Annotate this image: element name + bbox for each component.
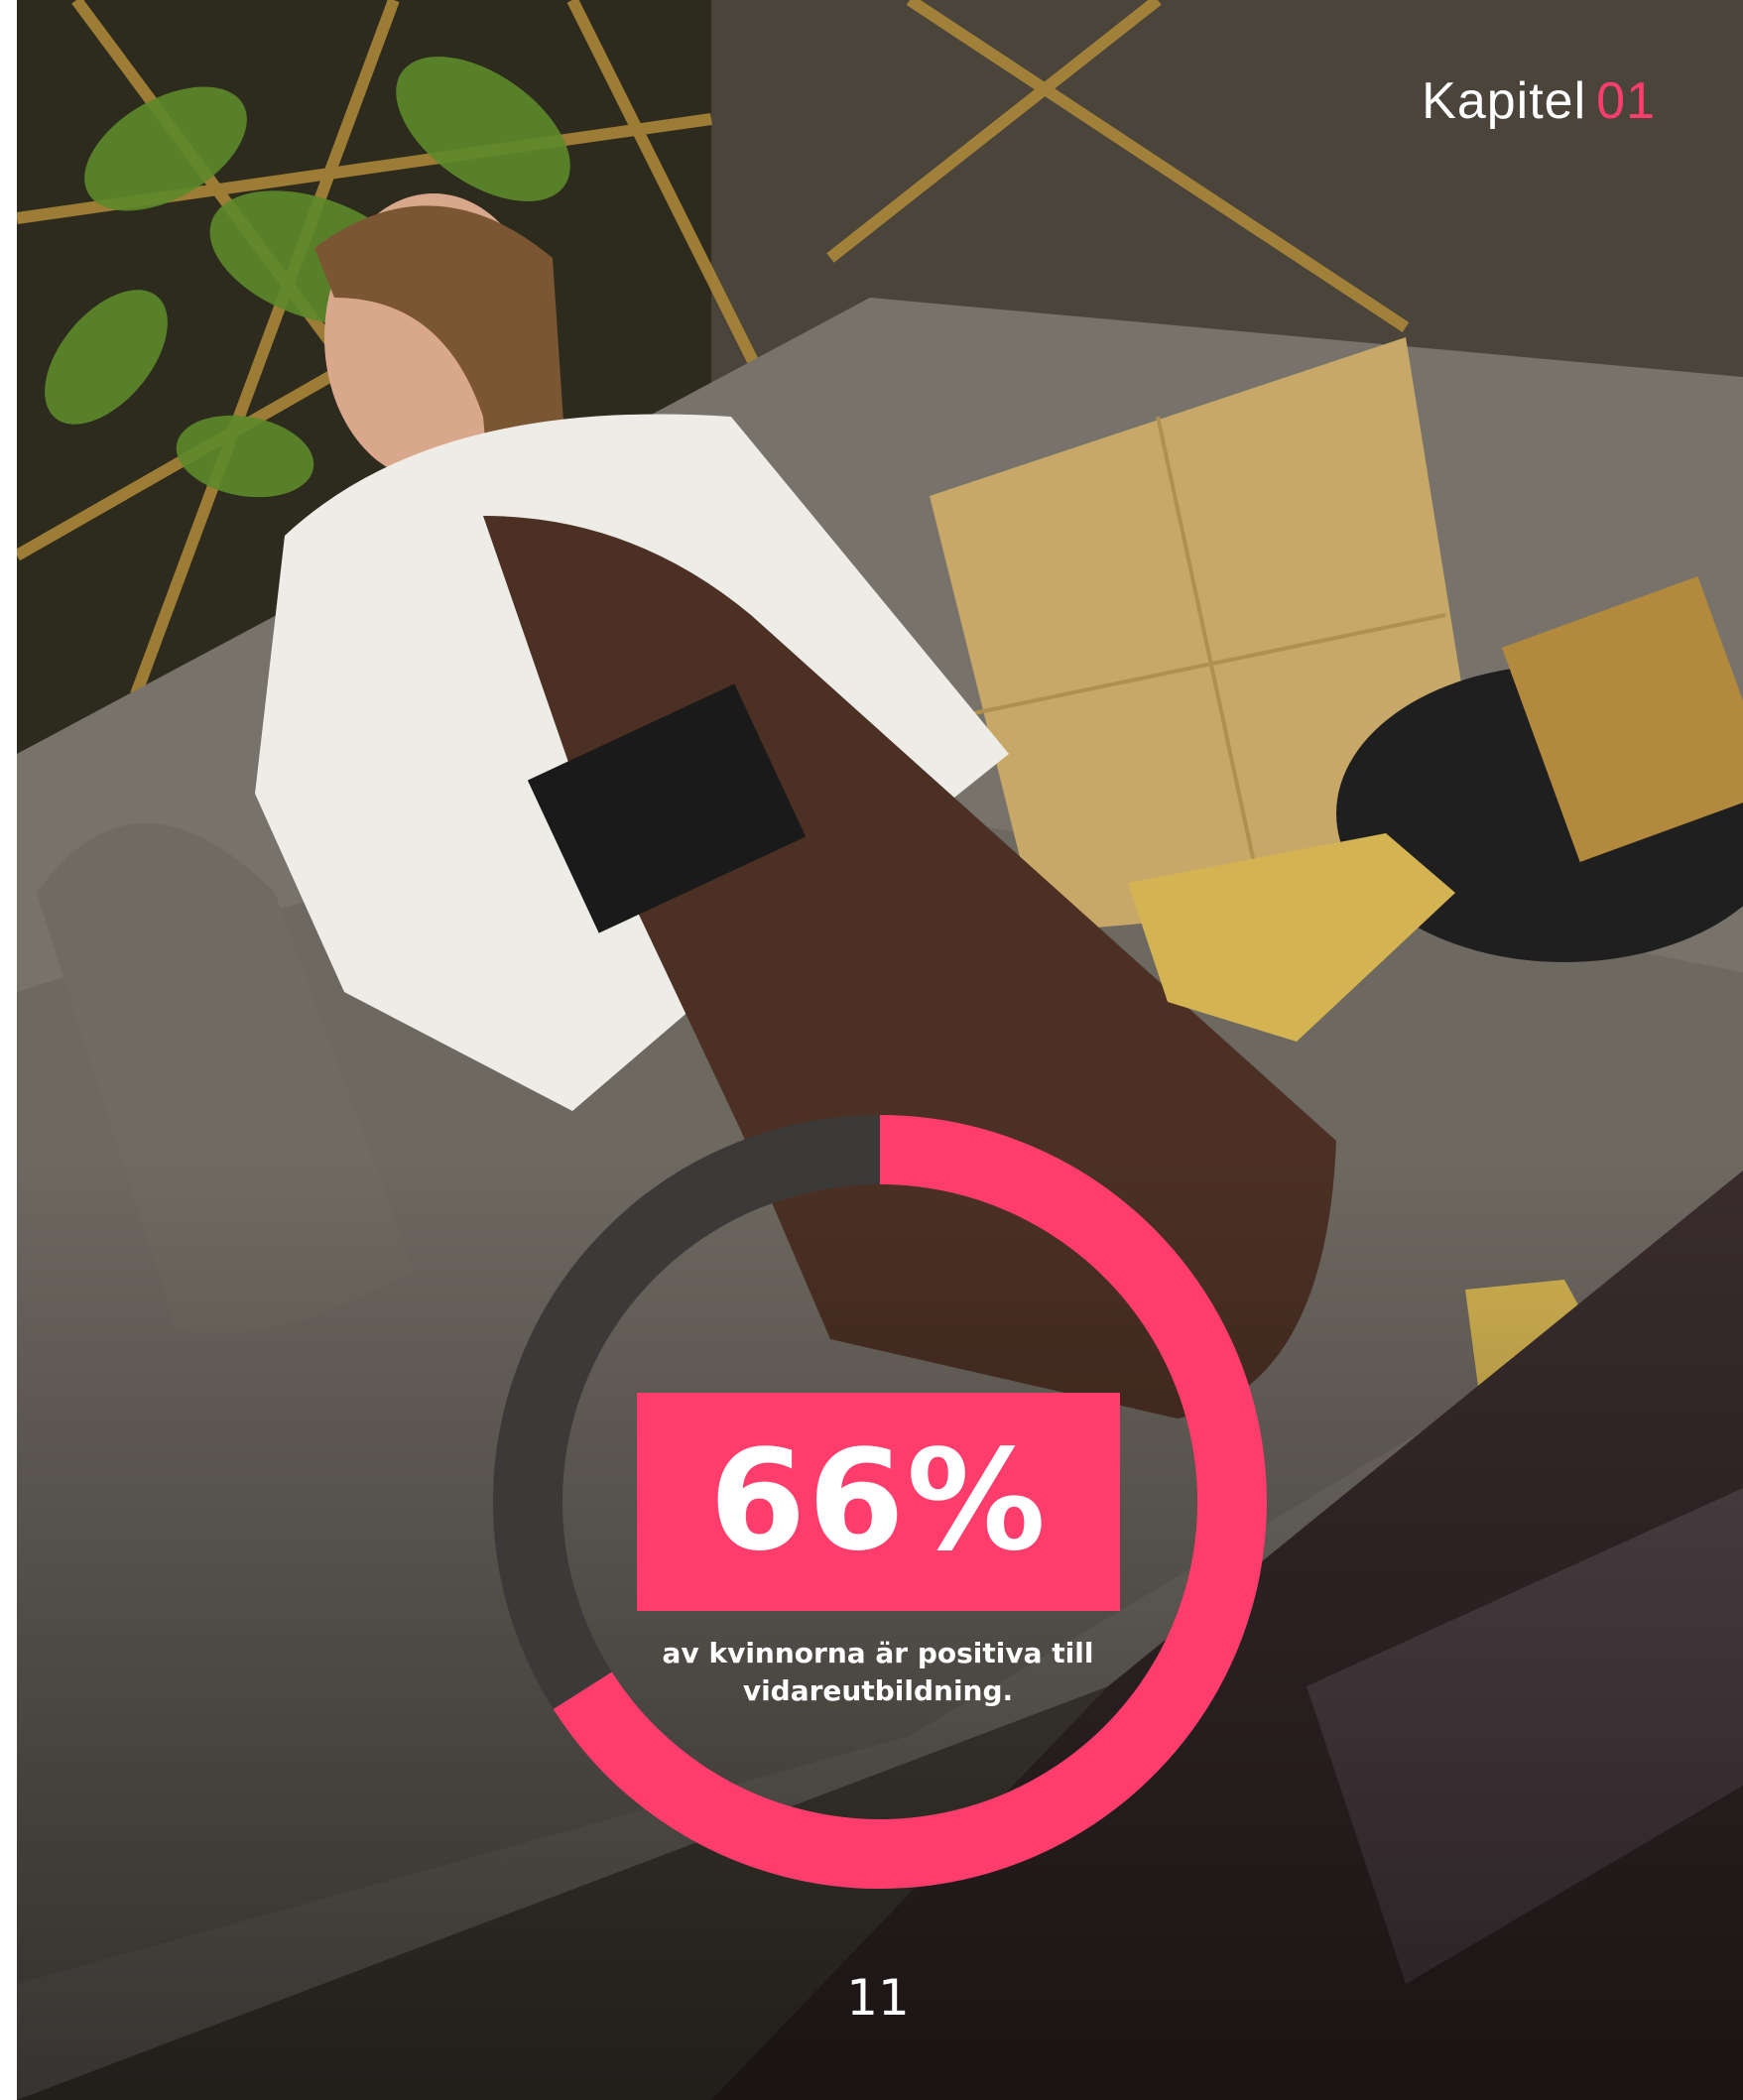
chapter-number: 01 [1596,72,1656,130]
page-number: 11 [846,1969,910,2027]
stat-caption: av kvinnorna är positiva till vidareutbi… [662,1637,1094,1707]
chapter-label: Kapitel [1422,72,1587,130]
stat-highlight-box: 66% [637,1393,1120,1611]
stat-value: 66% [708,1421,1049,1582]
chapter-heading: Kapitel 01 [1422,71,1656,131]
